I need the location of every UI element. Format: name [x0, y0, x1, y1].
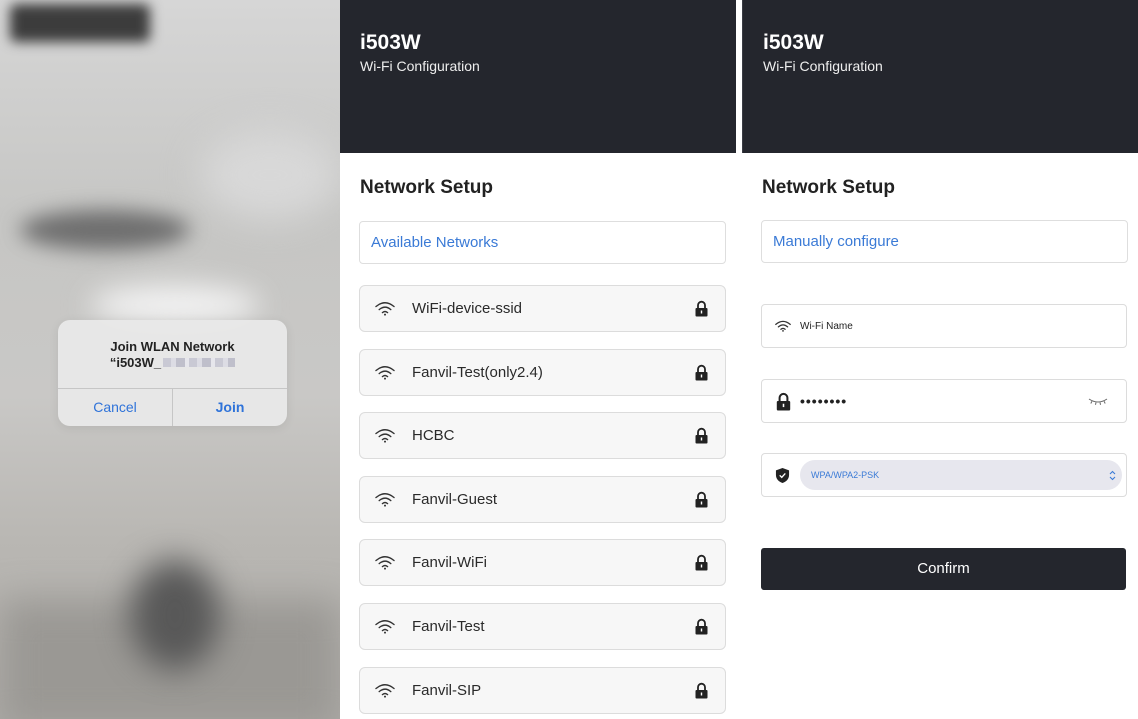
wifi-name-field [761, 304, 1127, 348]
network-item[interactable]: WiFi-device-ssid [359, 285, 726, 332]
tab-available-networks[interactable]: Available Networks [359, 221, 726, 264]
dialog-title: Join WLAN Network [110, 339, 235, 354]
lock-icon [695, 491, 708, 508]
wifi-icon [375, 683, 395, 698]
blurred-background-shape [10, 4, 150, 42]
cancel-button[interactable]: Cancel [58, 389, 172, 426]
network-ssid: Fanvil-Guest [412, 490, 498, 508]
wifi-icon [375, 492, 395, 507]
blurred-background-shape [90, 285, 260, 325]
lock-icon [776, 392, 791, 410]
network-item[interactable]: Fanvil-Test(only2.4) [359, 348, 726, 396]
chevron-updown-icon [1109, 470, 1116, 480]
network-item[interactable]: Fanvil-WiFi [359, 539, 726, 587]
eye-closed-icon[interactable] [1088, 396, 1108, 406]
network-list: WiFi-device-ssid Fanvil-Test(only2.4) HC… [359, 285, 726, 719]
app-header: i503W Wi-Fi Configuration [340, 0, 736, 153]
wifi-icon [375, 429, 395, 443]
lock-icon [695, 428, 708, 444]
wifi-icon [375, 556, 395, 570]
page-subtitle: Wi-Fi Configuration [360, 58, 480, 74]
network-ssid: WiFi-device-ssid [412, 300, 523, 317]
lock-icon [695, 618, 708, 635]
network-name-prefix: “i503W_ [109, 355, 162, 370]
password-field: •••••••• [761, 379, 1127, 423]
security-field: WPA/WPA2-PSK [761, 453, 1127, 497]
dialog-buttons: Cancel Join [58, 388, 287, 426]
section-title: Network Setup [360, 177, 494, 198]
lock-icon [695, 300, 708, 317]
blurred-background-shape [200, 130, 340, 220]
ios-background: Join WLAN Network “i503W_ Cancel Join [0, 0, 340, 719]
lock-icon [695, 555, 708, 571]
network-ssid: Fanvil-WiFi [412, 554, 487, 572]
section-title: Network Setup [762, 177, 896, 198]
network-item[interactable]: Fanvil-Guest [359, 475, 726, 523]
confirm-button[interactable]: Confirm [761, 548, 1126, 590]
wifi-icon [775, 320, 791, 332]
app-header: i503W Wi-Fi Configuration [742, 0, 1138, 153]
shield-icon [775, 467, 790, 483]
lock-icon [695, 682, 708, 699]
wifi-icon [375, 620, 395, 634]
network-item[interactable]: Fanvil-Test [359, 602, 726, 650]
join-button[interactable]: Join [172, 389, 287, 426]
network-ssid: Fanvil-SIP [412, 681, 482, 699]
wifi-icon [375, 365, 395, 380]
page-subtitle: Wi-Fi Configuration [763, 58, 883, 74]
lock-icon [695, 364, 708, 381]
redacted-network-suffix [163, 358, 236, 367]
scan-panel: i503W Wi-Fi Configuration Network Setup … [340, 0, 736, 719]
network-ssid: HCBC [412, 427, 455, 445]
blurred-background-shape [130, 560, 220, 670]
tab-manually-configure[interactable]: Manually configure [761, 220, 1128, 263]
blurred-background-shape [20, 210, 190, 250]
network-item[interactable]: HCBC [359, 412, 726, 460]
join-network-dialog: Join WLAN Network “i503W_ Cancel Join [58, 320, 287, 426]
network-ssid: Fanvil-Test(only2.4) [412, 363, 543, 381]
dialog-network-name: “i503W_ [58, 355, 287, 370]
wifi-name-input[interactable] [800, 320, 1100, 332]
security-select[interactable]: WPA/WPA2-PSK [800, 460, 1122, 490]
device-title: i503W [763, 31, 824, 54]
network-ssid: Fanvil-Test [412, 617, 485, 635]
security-value: WPA/WPA2-PSK [811, 470, 880, 480]
device-title: i503W [360, 31, 421, 54]
wifi-icon [375, 302, 395, 316]
password-input[interactable]: •••••••• [800, 393, 1088, 409]
network-item[interactable]: Fanvil-SIP [359, 666, 726, 714]
manual-config-panel: i503W Wi-Fi Configuration Network Setup … [742, 0, 1138, 719]
